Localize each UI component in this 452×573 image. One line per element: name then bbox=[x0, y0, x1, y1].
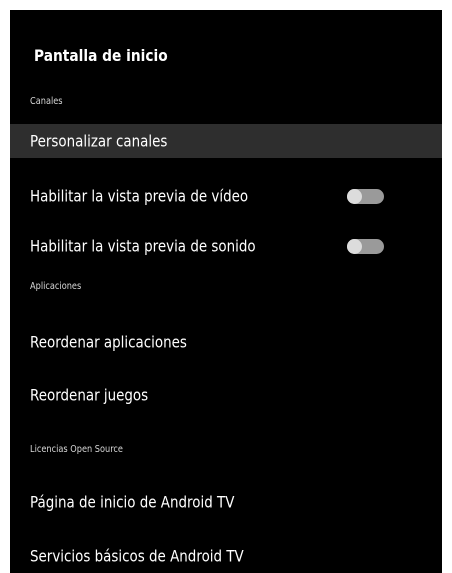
section-header-licenses: Licencias Open Source bbox=[30, 444, 123, 455]
settings-panel: Pantalla de inicio Canales Personalizar … bbox=[10, 10, 442, 573]
video-preview-toggle[interactable] bbox=[347, 189, 384, 204]
menu-item-reorder-apps[interactable]: Reordenar aplicaciones bbox=[10, 325, 442, 359]
menu-item-label: Página de inicio de Android TV bbox=[30, 492, 235, 512]
menu-item-label: Habilitar la vista previa de sonido bbox=[30, 236, 256, 256]
page-title: Pantalla de inicio bbox=[34, 46, 168, 65]
toggle-knob bbox=[347, 239, 362, 254]
menu-item-label: Habilitar la vista previa de vídeo bbox=[30, 186, 249, 206]
menu-item-android-tv-home[interactable]: Página de inicio de Android TV bbox=[10, 485, 442, 519]
menu-item-reorder-games[interactable]: Reordenar juegos bbox=[10, 378, 442, 412]
section-header-channels: Canales bbox=[30, 96, 63, 107]
menu-item-audio-preview[interactable]: Habilitar la vista previa de sonido bbox=[10, 229, 442, 263]
menu-item-label: Reordenar aplicaciones bbox=[30, 332, 187, 352]
toggle-knob bbox=[347, 189, 362, 204]
menu-item-video-preview[interactable]: Habilitar la vista previa de vídeo bbox=[10, 179, 442, 213]
menu-item-label: Servicios básicos de Android TV bbox=[30, 546, 244, 566]
menu-item-customize-channels[interactable]: Personalizar canales bbox=[10, 124, 442, 158]
audio-preview-toggle[interactable] bbox=[347, 239, 384, 254]
menu-item-label: Reordenar juegos bbox=[30, 385, 149, 405]
menu-item-label: Personalizar canales bbox=[30, 131, 168, 151]
menu-item-android-tv-core[interactable]: Servicios básicos de Android TV bbox=[10, 539, 442, 573]
section-header-apps: Aplicaciones bbox=[30, 281, 82, 292]
